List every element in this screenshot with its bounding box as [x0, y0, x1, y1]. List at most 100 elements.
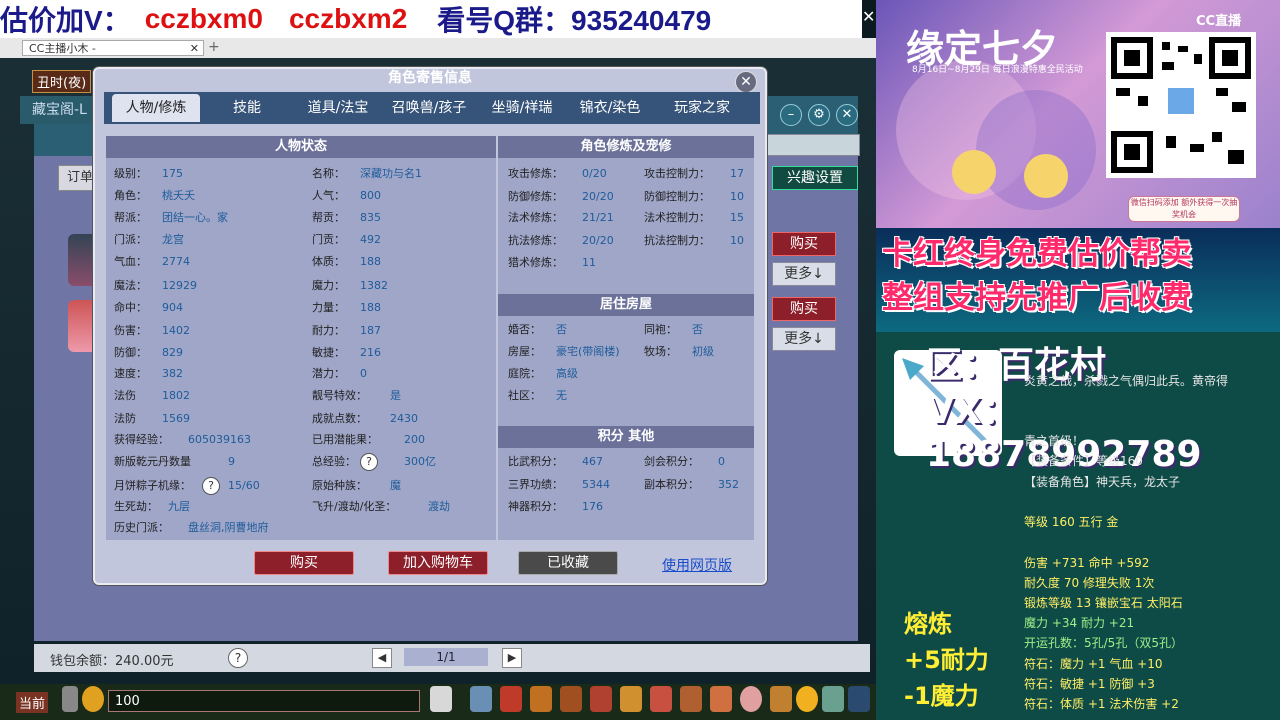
prev-page-icon[interactable]: ◀: [372, 648, 392, 668]
stat-row: 门贡： 492: [312, 233, 381, 246]
banner-left-text: 估价加V：: [0, 5, 131, 36]
tab-outfits[interactable]: 锦衣/染色: [570, 94, 650, 122]
item-icon[interactable]: [590, 686, 612, 712]
stat-row: 法防 1569: [114, 412, 190, 425]
new-tab-icon[interactable]: +: [208, 39, 220, 55]
item-icon[interactable]: [530, 686, 552, 712]
minimize-icon[interactable]: –: [780, 104, 802, 126]
browser-tab[interactable]: CC主播小木 - ✕: [22, 40, 204, 56]
more-button[interactable]: 更多↓: [772, 262, 836, 286]
top-banner: 估价加V： cczbxm0 cczbxm2 看号Q群：935240479: [0, 0, 862, 38]
item-desc-line: 炎黄之战，杀戮之气偶归此兵。黄帝得: [1024, 374, 1229, 388]
tab-close-icon[interactable]: ✕: [190, 41, 199, 57]
stat-row: 新版乾元丹数量 9: [114, 455, 235, 468]
page-indicator: 1/1: [404, 648, 488, 666]
microphone-icon[interactable]: [62, 686, 78, 712]
item-desc-line: 等级 160 五行 金: [1024, 515, 1119, 529]
item-desc-line: 【装备条件】等级160: [1024, 454, 1143, 468]
wechat-promo-box: 微信扫码添加 额外获得一次抽奖机会: [1128, 196, 1240, 222]
smelt-bonus-1: +5耐力: [904, 646, 989, 674]
smile-icon[interactable]: [796, 686, 818, 712]
item-desc-line: 符石：敏捷 +1 防御 +3: [1024, 677, 1155, 691]
stat-row: 帮贡： 835: [312, 211, 381, 224]
buy-button[interactable]: 购买: [772, 297, 836, 321]
buy-button[interactable]: 购买: [254, 551, 354, 575]
dialog-close-icon[interactable]: ✕: [735, 71, 757, 93]
chat-input[interactable]: 100: [108, 690, 420, 712]
house-row: 房屋： 豪宅(带阁楼): [508, 345, 620, 358]
item-desc-line: 伤害 +731 命中 +592: [1024, 556, 1150, 570]
more-button[interactable]: 更多↓: [772, 327, 836, 351]
house-header: 居住房屋: [498, 294, 754, 316]
tab-home[interactable]: 玩家之家: [662, 94, 742, 122]
stat-row: 帮派： 团结一心。家: [114, 211, 228, 224]
tab-character[interactable]: 人物/修炼: [112, 94, 200, 122]
score-header: 积分 其他: [498, 426, 754, 448]
item-icon[interactable]: [680, 686, 702, 712]
item-desc-line: 魔力 +34 耐力 +21: [1024, 616, 1135, 630]
pet-icon[interactable]: [430, 686, 452, 712]
item-icon[interactable]: [822, 686, 844, 712]
item-icon[interactable]: [710, 686, 732, 712]
help-icon[interactable]: ?: [360, 453, 378, 471]
item-desc-line: 耐久度 70 修理失败 1次: [1024, 576, 1155, 590]
score-row: 剑会积分： 0: [644, 455, 725, 468]
stat-row: 成就点数： 2430: [312, 412, 418, 425]
wallet-balance: 钱包余额：240.00元: [50, 654, 174, 669]
cultivation-row: 攻击控制力： 17: [644, 167, 744, 180]
market-close-icon[interactable]: ✕: [836, 104, 858, 126]
tab-skills[interactable]: 技能: [218, 94, 276, 122]
smelt-bonus-2: -1魔力: [904, 682, 979, 710]
house-row: 庭院： 高级: [508, 367, 578, 380]
system-icon[interactable]: [848, 686, 870, 712]
help-icon[interactable]: ?: [228, 648, 248, 668]
add-to-cart-button[interactable]: 加入购物车: [388, 551, 488, 575]
stat-row: 潜力： 0: [312, 367, 367, 380]
cultivation-row: 法术控制力： 15: [644, 211, 744, 224]
item-icon[interactable]: [560, 686, 582, 712]
cultivation-row: 抗法控制力： 10: [644, 234, 744, 247]
banner-close-icon[interactable]: ✕: [862, 8, 876, 26]
web-version-link[interactable]: 使用网页版: [662, 555, 732, 575]
stat-row: 原始种族：魔: [312, 479, 401, 492]
help-icon[interactable]: ?: [202, 477, 220, 495]
banner-id-2: cczbxm2: [288, 3, 408, 34]
item-icon[interactable]: [500, 686, 522, 712]
tab-items[interactable]: 道具/法宝: [296, 94, 380, 122]
item-icon[interactable]: [770, 686, 792, 712]
next-page-icon[interactable]: ▶: [502, 648, 522, 668]
house-row: 社区：无: [508, 389, 567, 402]
item-icon[interactable]: [620, 686, 642, 712]
score-row: 神器积分： 176: [508, 500, 603, 513]
item-desc-line: 开运孔数：5孔/5孔（双5孔）: [1024, 636, 1183, 650]
dialog-title: 角色寄售信息: [388, 70, 472, 86]
emoji-icon[interactable]: [82, 686, 104, 712]
stat-row: 体质： 188: [312, 255, 381, 268]
score-row: 三界功绩： 5344: [508, 478, 610, 491]
item-desc-line: 【装备角色】神天兵，龙太子: [1024, 475, 1181, 489]
item-desc-line: 符石：体质 +1 法术伤害 +2: [1024, 697, 1179, 711]
favorited-button[interactable]: 已收藏: [518, 551, 618, 575]
buy-button[interactable]: 购买: [772, 232, 836, 256]
house-row: 同袍：否: [644, 323, 703, 336]
stat-row: 魔法： 12929: [114, 279, 197, 292]
tab-pets[interactable]: 召唤兽/孩子: [384, 94, 474, 122]
interest-settings-button[interactable]: 兴趣设置: [772, 166, 858, 190]
item-desc-line: 符石：魔力 +1 气血 +10: [1024, 657, 1163, 671]
weapon-icon[interactable]: [470, 686, 492, 712]
stat-row: 角色： 桃夭夭: [114, 189, 195, 202]
promo-line-1: 卡红终身免费估价帮卖: [882, 236, 1192, 272]
stat-row: 级别： 175: [114, 167, 183, 180]
stat-row: 气血： 2774: [114, 255, 190, 268]
cultivation-row: 抗法修炼： 20/20: [508, 234, 614, 247]
chat-channel-label[interactable]: 当前: [16, 692, 49, 713]
smelt-title: 熔炼: [904, 610, 952, 638]
item-icon[interactable]: [740, 686, 762, 712]
settings-gear-icon[interactable]: ⚙: [808, 104, 830, 126]
score-row: 比武积分： 467: [508, 455, 603, 468]
market-search-input[interactable]: [766, 134, 860, 156]
item-desc-line: 锻炼等级 13 镶嵌宝石 太阳石: [1024, 596, 1183, 610]
tab-mounts[interactable]: 坐骑/祥瑞: [482, 94, 562, 122]
status-panel-header: 人物状态: [106, 136, 496, 158]
item-icon[interactable]: [650, 686, 672, 712]
